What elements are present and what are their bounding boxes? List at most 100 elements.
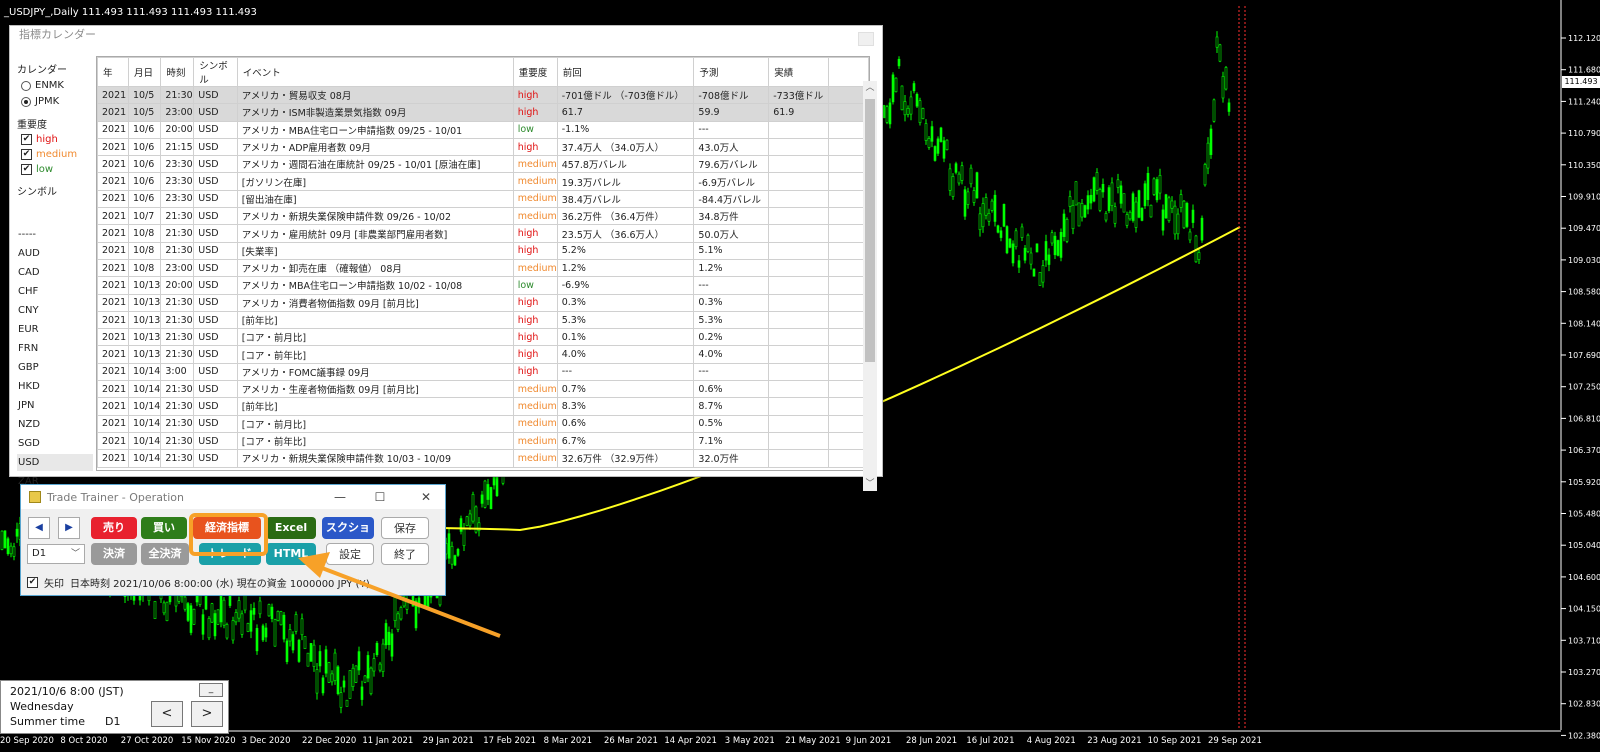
- candle-body: [399, 607, 403, 620]
- table-row[interactable]: 2021 10/5 23:00 USD アメリカ・ISM非製造業景気指数 09月 high…: [97, 103, 869, 122]
- excel-button[interactable]: Excel: [266, 517, 316, 539]
- screenshot-button[interactable]: スクショ: [322, 517, 374, 539]
- radio-jpmk[interactable]: JPMK: [21, 96, 59, 107]
- sell-button[interactable]: 売り: [91, 517, 137, 539]
- save-button[interactable]: 保存: [381, 517, 429, 539]
- checkbox-medium[interactable]: ✔ medium: [21, 149, 77, 160]
- candle-body: [918, 100, 922, 123]
- symbol-item[interactable]: HKD: [17, 378, 93, 395]
- settle-all-button[interactable]: 全決済: [141, 543, 189, 565]
- close-button[interactable]: [858, 32, 874, 46]
- table-row[interactable]: 2021 10/6 20:00 USD アメリカ・MBA住宅ローン申請指数 09/25 …: [97, 120, 869, 139]
- date-label: 29 Jan 2021: [423, 736, 474, 746]
- column-header[interactable]: シンボル: [193, 57, 238, 87]
- table-row[interactable]: 2021 10/8 21:30 USD アメリカ・雇用統計 09月 [非農業部門雇用者数…: [97, 224, 869, 243]
- checkbox-high[interactable]: ✔ high: [21, 134, 58, 145]
- symbol-item[interactable]: JPN: [17, 397, 93, 414]
- symbol-item[interactable]: CAD: [17, 264, 93, 281]
- economic-indicator-button[interactable]: 経済指標: [193, 517, 261, 539]
- table-row[interactable]: 2021 10/5 21:30 USD アメリカ・貿易収支 08月 high -701億ドル…: [97, 85, 869, 105]
- candle-body: [246, 623, 250, 632]
- column-header[interactable]: 重要度: [512, 57, 558, 87]
- settings-button[interactable]: 設定: [326, 543, 374, 565]
- checkbox-low[interactable]: ✔ low: [21, 164, 53, 175]
- table-row[interactable]: 2021 10/14 21:30 USD [前年比] medium 8.3% 8.7%: [97, 397, 869, 416]
- table-row[interactable]: 2021 10/13 21:30 USD [コア・前月比] high 0.1% 0.2%: [97, 328, 869, 347]
- table-row[interactable]: 2021 10/6 21:15 USD アメリカ・ADP雇用者数 09月 high 37.4…: [97, 137, 869, 157]
- candle-body: [1137, 190, 1141, 218]
- table-cell: 10/13: [127, 345, 162, 364]
- next-bar-button[interactable]: ▶: [58, 517, 80, 539]
- table-row[interactable]: 2021 10/13 20:00 USD アメリカ・MBA住宅ローン申請指数 10/02…: [97, 276, 869, 295]
- symbol-item[interactable]: GBP: [17, 359, 93, 376]
- next-day-button[interactable]: >: [191, 701, 223, 727]
- table-row[interactable]: 2021 10/6 23:30 USD アメリカ・週間石油在庫統計 09/25 - 10…: [97, 155, 869, 174]
- table-cell: 10/6: [127, 189, 162, 209]
- symbol-item[interactable]: EUR: [17, 321, 93, 338]
- table-row[interactable]: 2021 10/8 23:00 USD アメリカ・卸売在庫 （確報値） 08月 mediu…: [97, 258, 869, 278]
- html-button[interactable]: HTML: [266, 543, 316, 565]
- candle-body: [318, 651, 322, 667]
- table-row[interactable]: 2021 10/13 21:30 USD [前年比] high 5.3% 5.3%: [97, 310, 869, 330]
- symbol-item[interactable]: NZD: [17, 416, 93, 433]
- symbol-item[interactable]: AUD: [17, 245, 93, 262]
- candle-body: [1101, 184, 1105, 193]
- column-header[interactable]: 年: [97, 57, 129, 87]
- column-header[interactable]: 前回: [556, 57, 695, 87]
- economic-calendar-window[interactable]: 指標カレンダー カレンダー ENMK JPMK 重要度 ✔ high ✔ mediu…: [9, 25, 883, 491]
- table-row[interactable]: 2021 10/14 21:30 USD アメリカ・生産者物価指数 09月 [前月比] m…: [97, 380, 869, 399]
- scrollbar-thumb[interactable]: [865, 99, 875, 362]
- column-header[interactable]: 月日: [127, 57, 162, 87]
- date-label: 20 Sep 2020: [0, 736, 54, 746]
- candle-body: [273, 619, 277, 647]
- trade-trainer-window[interactable]: Trade Trainer - Operation — ☐ ✕ ◀ ▶ 売り 買…: [20, 484, 446, 596]
- table-cell: [前年比]: [236, 397, 514, 416]
- exit-button[interactable]: 終了: [381, 543, 429, 565]
- symbol-item[interactable]: SGD: [17, 435, 93, 452]
- table-row[interactable]: 2021 10/14 21:30 USD [コア・前月比] medium 0.6% 0.5%: [97, 414, 869, 433]
- table-row[interactable]: 2021 10/6 23:30 USD [ガソリン在庫] medium 19.3万バレル -6…: [97, 172, 869, 191]
- symbol-item[interactable]: CNY: [17, 302, 93, 319]
- symbol-item[interactable]: -----: [17, 226, 93, 243]
- column-header[interactable]: イベント: [236, 57, 514, 87]
- events-table[interactable]: 年月日 時刻 シンボル イベント 重要度 前回 予測 実績 2021 10/5 21:30 USD ア…: [96, 56, 870, 471]
- column-header[interactable]: 時刻: [160, 57, 195, 87]
- buy-button[interactable]: 買い: [141, 517, 187, 539]
- radio-enmk[interactable]: ENMK: [21, 80, 64, 91]
- candle-body: [216, 609, 220, 625]
- candle-body: [405, 600, 409, 610]
- table-row[interactable]: 2021 10/13 21:30 USD アメリカ・消費者物価指数 09月 [前月比] h…: [97, 293, 869, 312]
- close-icon[interactable]: ✕: [411, 488, 441, 506]
- table-cell: アメリカ・新規失業保険申請件数 10/03 - 10/09: [236, 449, 514, 468]
- settle-button[interactable]: 決済: [91, 543, 137, 565]
- prev-day-button[interactable]: <: [151, 701, 183, 727]
- arrow-checkbox[interactable]: ✔: [27, 577, 38, 588]
- prev-bar-button[interactable]: ◀: [28, 517, 50, 539]
- maximize-icon[interactable]: ☐: [365, 488, 395, 506]
- table-row[interactable]: 2021 10/8 21:30 USD [失業率] high 5.2% 5.1%: [97, 241, 869, 260]
- table-row[interactable]: 2021 10/13 21:30 USD [コア・前年比] high 4.0% 4.0%: [97, 345, 869, 364]
- table-row[interactable]: 2021 10/14 21:30 USD アメリカ・新規失業保険申請件数 10/03 -…: [97, 449, 869, 468]
- symbol-item[interactable]: FRN: [17, 340, 93, 357]
- candle-body: [480, 494, 484, 504]
- minimize-panel-button[interactable]: _: [199, 683, 223, 697]
- scroll-up-icon[interactable]: ︿: [863, 81, 877, 95]
- price-label: 108.140: [1568, 319, 1600, 328]
- table-cell: [768, 137, 830, 157]
- table-row[interactable]: 2021 10/7 21:30 USD アメリカ・新規失業保険申請件数 09/26 - …: [97, 207, 869, 226]
- symbol-item[interactable]: USD: [17, 454, 93, 471]
- table-cell: アメリカ・雇用統計 09月 [非農業部門雇用者数]: [236, 224, 514, 243]
- column-header[interactable]: 予測: [693, 57, 770, 87]
- date-label: 27 Oct 2020: [121, 736, 174, 746]
- table-row[interactable]: 2021 10/6 23:30 USD [留出油在庫] medium 38.4万バレル -84…: [97, 189, 869, 209]
- table-row[interactable]: 2021 10/14 21:30 USD [コア・前年比] medium 6.7% 7.1%: [97, 431, 869, 451]
- trade-button[interactable]: トレード: [199, 543, 261, 565]
- timeframe-select[interactable]: D1 ﹀: [27, 544, 85, 564]
- column-header[interactable]: 実績: [768, 57, 830, 87]
- app-icon: [29, 491, 41, 503]
- vertical-scrollbar[interactable]: ︿ ﹀: [863, 81, 877, 491]
- scroll-down-icon[interactable]: ﹀: [863, 477, 877, 491]
- table-row[interactable]: 2021 10/14 3:00 USD アメリカ・FOMC議事録 09月 high --- -…: [97, 362, 869, 382]
- minimize-icon[interactable]: —: [325, 488, 355, 506]
- symbol-item[interactable]: CHF: [17, 283, 93, 300]
